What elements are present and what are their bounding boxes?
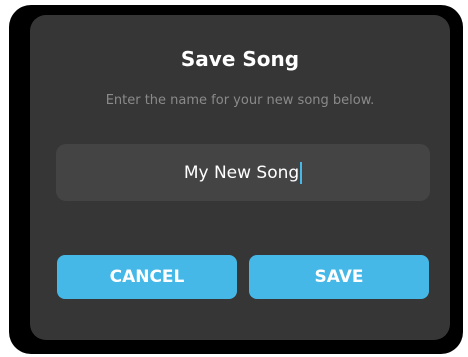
dialog-subtitle: Enter the name for your new song below. xyxy=(105,93,375,108)
song-name-input[interactable]: My New Song xyxy=(56,144,430,201)
save-song-dialog: Save Song Enter the name for your new so… xyxy=(30,15,450,340)
cancel-button[interactable]: CANCEL xyxy=(57,255,237,299)
save-button[interactable]: SAVE xyxy=(249,255,429,299)
song-name-value: My New Song xyxy=(183,162,300,183)
text-cursor xyxy=(300,161,303,184)
dialog-title: Save Song xyxy=(180,47,300,71)
